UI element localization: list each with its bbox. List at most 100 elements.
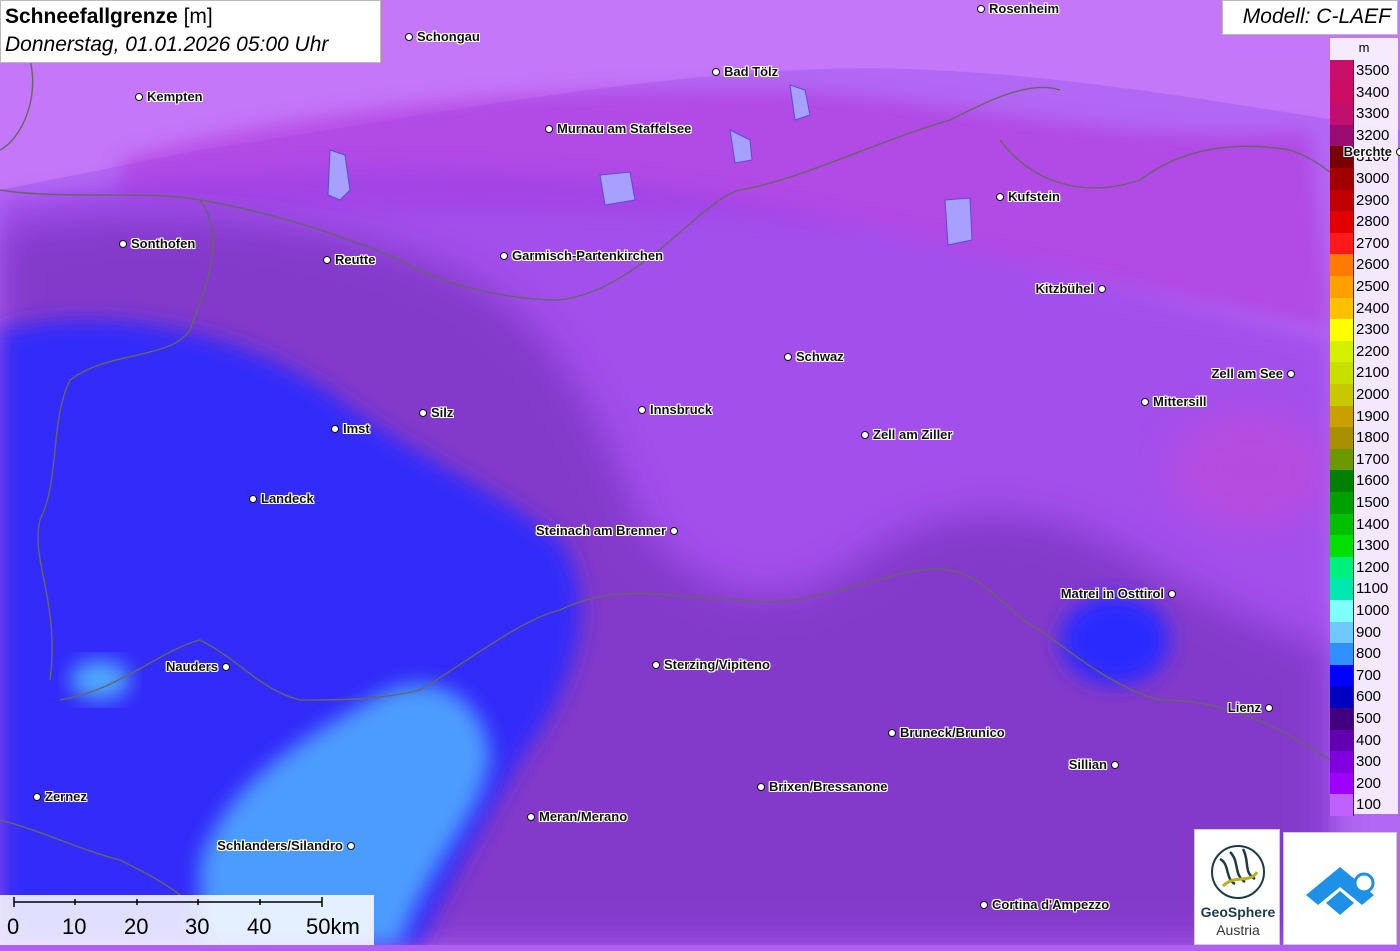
city-marker-icon[interactable] xyxy=(670,527,678,535)
city-marker-icon[interactable] xyxy=(977,5,985,13)
legend-item: 3000 xyxy=(1330,168,1398,190)
city-label[interactable]: Murnau am Staffelsee xyxy=(557,121,691,136)
legend-label: 3000 xyxy=(1356,170,1390,187)
legend-label: 700 xyxy=(1356,666,1382,684)
city-label[interactable]: Zernez xyxy=(45,789,87,804)
city-marker-icon[interactable] xyxy=(712,68,720,76)
city-label[interactable]: Garmisch-Partenkirchen xyxy=(512,248,663,263)
city-marker-icon[interactable] xyxy=(222,663,230,671)
legend-item: 2800 xyxy=(1330,211,1398,233)
city-label[interactable]: Schwaz xyxy=(796,349,844,364)
city-label[interactable]: Bruneck/Brunico xyxy=(900,725,1005,740)
city-label[interactable]: Mittersill xyxy=(1153,394,1206,409)
legend-item: 2500 xyxy=(1330,276,1398,298)
parameter-unit: [m] xyxy=(183,5,213,28)
city-label[interactable]: Brixen/Bressanone xyxy=(769,779,888,794)
legend-label: 2800 xyxy=(1356,213,1390,231)
city-label[interactable]: Rosenheim xyxy=(989,1,1059,16)
legend-item: 800 xyxy=(1330,643,1398,665)
city-label[interactable]: Steinach am Brenner xyxy=(536,523,666,538)
legend-swatch xyxy=(1330,794,1354,816)
city-label[interactable]: Reutte xyxy=(335,252,375,267)
city-marker-icon[interactable] xyxy=(1287,370,1295,378)
legend-label: 2700 xyxy=(1356,234,1390,252)
legend-item: 1100 xyxy=(1330,578,1398,600)
city-label[interactable]: Lienz xyxy=(1228,700,1261,715)
city-marker-icon[interactable] xyxy=(331,425,339,433)
legend-label: 3500 xyxy=(1356,62,1390,79)
legend-swatch xyxy=(1330,600,1354,622)
city-marker-icon[interactable] xyxy=(980,901,988,909)
city-marker-icon[interactable] xyxy=(135,93,143,101)
city-label[interactable]: Silz xyxy=(431,405,453,420)
legend-label: 1300 xyxy=(1356,537,1390,555)
city-marker-icon[interactable] xyxy=(527,813,535,821)
legend-label: 1000 xyxy=(1356,602,1390,619)
legend-label: 2100 xyxy=(1356,364,1390,382)
city-marker-icon[interactable] xyxy=(757,783,765,791)
zone-magenta-east xyxy=(1170,410,1330,530)
city-marker-icon[interactable] xyxy=(405,33,413,41)
city-label[interactable]: Zell am Ziller xyxy=(873,427,952,442)
city-marker-icon[interactable] xyxy=(1265,704,1273,712)
legend-swatch xyxy=(1330,448,1354,471)
legend-swatch xyxy=(1330,427,1354,449)
city-label[interactable]: Kitzbühel xyxy=(1036,281,1095,296)
city-label[interactable]: Berchte xyxy=(1344,144,1392,159)
city-label[interactable]: Kufstein xyxy=(1008,189,1060,204)
city-marker-icon[interactable] xyxy=(323,256,331,264)
city-label[interactable]: Nauders xyxy=(166,659,218,674)
city-marker-icon[interactable] xyxy=(638,406,646,414)
legend-swatch xyxy=(1330,297,1354,320)
city-marker-icon[interactable] xyxy=(1098,285,1106,293)
city-marker-icon[interactable] xyxy=(419,409,427,417)
city-label[interactable]: Sillian xyxy=(1069,757,1107,772)
city-marker-icon[interactable] xyxy=(888,729,896,737)
legend-swatch xyxy=(1330,643,1354,665)
city-label[interactable]: Meran/Merano xyxy=(539,809,627,824)
app-logo[interactable] xyxy=(1283,832,1397,945)
legend-label: 1800 xyxy=(1356,429,1390,447)
city-marker-icon[interactable] xyxy=(500,252,508,260)
legend-item: 700 xyxy=(1330,664,1398,687)
model-label: Modell: C-LAEF xyxy=(1222,0,1398,35)
city-marker-icon[interactable] xyxy=(33,793,41,801)
geosphere-logo[interactable]: GeoSphere Austria xyxy=(1194,829,1280,945)
scale-bar-line xyxy=(13,897,323,907)
city-label[interactable]: Bad Tölz xyxy=(724,64,778,79)
city-label[interactable]: Landeck xyxy=(261,491,314,506)
city-marker-icon[interactable] xyxy=(119,240,127,248)
city-marker-icon[interactable] xyxy=(249,495,257,503)
city-label[interactable]: Cortina d'Ampezzo xyxy=(992,897,1109,912)
geosphere-emblem-icon xyxy=(1211,845,1265,899)
city-marker-icon[interactable] xyxy=(1141,398,1149,406)
scale-label-0: 0 xyxy=(7,914,20,939)
city-marker-icon[interactable] xyxy=(861,431,869,439)
city-label[interactable]: Matrei in Osttirol xyxy=(1061,586,1164,601)
city-marker-icon[interactable] xyxy=(996,193,1004,201)
city-label[interactable]: Innsbruck xyxy=(650,402,712,417)
city-label[interactable]: Sterzing/Vipiteno xyxy=(664,657,770,672)
city-marker-icon[interactable] xyxy=(784,353,792,361)
legend-label: 500 xyxy=(1356,710,1382,727)
legend-label: 300 xyxy=(1356,753,1382,771)
city-label[interactable]: Schongau xyxy=(417,29,480,44)
legend-swatch xyxy=(1330,492,1354,514)
city-label[interactable]: Zell am See xyxy=(1211,366,1283,381)
legend-label: 2000 xyxy=(1356,386,1390,403)
city-label[interactable]: Schlanders/Silandro xyxy=(217,838,343,853)
legend-label: 3300 xyxy=(1356,105,1390,123)
city-marker-icon[interactable] xyxy=(652,661,660,669)
city-marker-icon[interactable] xyxy=(1111,761,1119,769)
city-marker-icon[interactable] xyxy=(545,125,553,133)
snowline-map[interactable] xyxy=(0,0,1400,945)
city-label[interactable]: Imst xyxy=(343,421,370,436)
city-marker-icon[interactable] xyxy=(347,842,355,850)
legend-swatch xyxy=(1330,189,1354,212)
city-marker-icon[interactable] xyxy=(1168,590,1176,598)
city-label[interactable]: Sonthofen xyxy=(131,236,195,251)
city-label[interactable]: Kempten xyxy=(147,89,203,104)
legend-item: 2200 xyxy=(1330,340,1398,363)
city-marker-icon[interactable] xyxy=(1396,148,1400,156)
legend-swatch xyxy=(1330,729,1354,752)
